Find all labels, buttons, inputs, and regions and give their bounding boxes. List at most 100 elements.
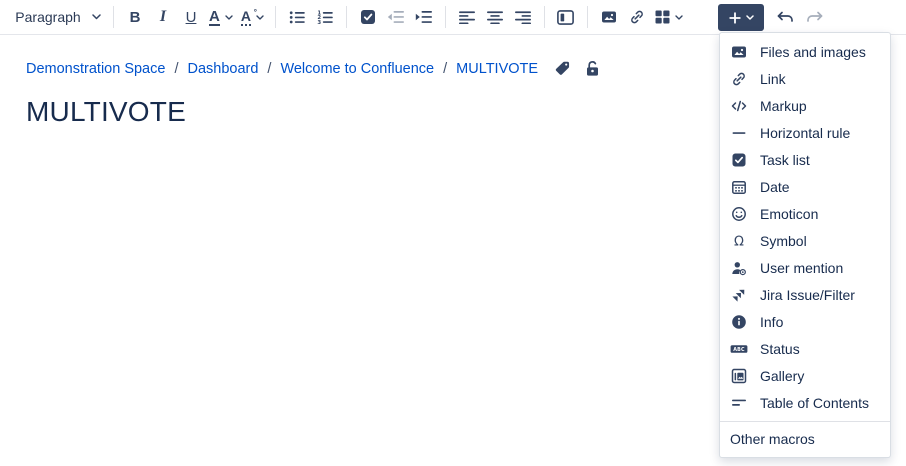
toolbar-divider (275, 6, 276, 28)
highlight-color-dropdown[interactable]: A° (237, 4, 268, 30)
calendar-icon (730, 179, 748, 195)
align-center-button[interactable] (481, 4, 509, 30)
unlock-icon[interactable] (585, 60, 600, 77)
page-layout-button[interactable] (552, 4, 580, 30)
underline-label: U (186, 9, 197, 26)
toolbar-divider (544, 6, 545, 28)
outdent-button[interactable] (382, 4, 410, 30)
underline-button[interactable]: U (177, 4, 205, 30)
text-color-dropdown[interactable]: A (205, 4, 237, 30)
chevron-down-icon (746, 15, 754, 20)
menu-item-emoticon[interactable]: Emoticon (720, 200, 890, 227)
indent-button[interactable] (410, 4, 438, 30)
breadcrumb-link-space[interactable]: Demonstration Space (26, 61, 165, 77)
align-right-button[interactable] (509, 4, 537, 30)
breadcrumb-link-dashboard[interactable]: Dashboard (187, 61, 258, 77)
horizontal-rule-icon (730, 125, 748, 141)
breadcrumb-separator: / (174, 61, 178, 77)
task-list-icon (360, 9, 376, 25)
paragraph-style-dropdown[interactable]: Paragraph (10, 4, 106, 30)
menu-item-label: Other macros (730, 431, 815, 447)
menu-item-label: User mention (760, 260, 843, 276)
text-color-label: A (209, 9, 220, 26)
menu-item-label: Date (760, 179, 790, 195)
link-icon (629, 9, 645, 25)
numbered-list-icon: 123 (317, 10, 333, 25)
toolbar-divider (113, 6, 114, 28)
menu-item-table-of-contents[interactable]: Table of Contents (720, 389, 890, 416)
menu-item-task-list[interactable]: Task list (720, 146, 890, 173)
gallery-icon (730, 368, 748, 384)
insert-menu: Files and images Link Markup Horizontal … (719, 32, 891, 458)
menu-item-label: Jira Issue/Filter (760, 287, 855, 303)
align-left-button[interactable] (453, 4, 481, 30)
bold-button[interactable]: B (121, 4, 149, 30)
emoticon-icon (730, 206, 748, 222)
redo-button[interactable] (801, 4, 829, 30)
menu-item-status[interactable]: ABC Status (720, 335, 890, 362)
layout-icon (557, 10, 574, 25)
menu-item-label: Symbol (760, 233, 807, 249)
plus-icon (729, 12, 741, 24)
toolbar-divider (445, 6, 446, 28)
chevron-down-icon (675, 15, 683, 20)
menu-item-symbol[interactable]: Ω Symbol (720, 227, 890, 254)
breadcrumb-link-welcome[interactable]: Welcome to Confluence (280, 61, 434, 77)
insert-link-button[interactable] (623, 4, 651, 30)
jira-icon (730, 287, 748, 303)
labels-icon[interactable] (554, 60, 571, 77)
paragraph-style-label: Paragraph (15, 9, 86, 25)
italic-button[interactable]: I (149, 4, 177, 30)
markup-icon (730, 98, 748, 114)
editor-toolbar: Paragraph B I U A A° 123 (0, 0, 906, 35)
info-icon (730, 314, 748, 330)
menu-item-user-mention[interactable]: User mention (720, 254, 890, 281)
align-left-icon (459, 11, 475, 24)
menu-item-label: Status (760, 341, 800, 357)
task-list-button[interactable] (354, 4, 382, 30)
menu-item-label: Table of Contents (760, 395, 869, 411)
table-icon (655, 10, 670, 24)
menu-item-horizontal-rule[interactable]: Horizontal rule (720, 119, 890, 146)
breadcrumb-separator: / (267, 61, 271, 77)
files-and-images-icon (730, 44, 748, 60)
undo-button[interactable] (771, 4, 799, 30)
table-of-contents-icon (730, 395, 748, 411)
redo-icon (806, 11, 824, 24)
menu-item-other-macros[interactable]: Other macros (720, 421, 890, 457)
menu-item-label: Horizontal rule (760, 125, 850, 141)
breadcrumb-separator: / (443, 61, 447, 77)
outdent-icon (387, 10, 404, 24)
status-icon: ABC (730, 341, 748, 357)
menu-item-info[interactable]: Info (720, 308, 890, 335)
menu-item-label: Task list (760, 152, 810, 168)
svg-text:Ω: Ω (734, 234, 744, 248)
insert-table-dropdown[interactable] (651, 4, 687, 30)
align-center-icon (487, 11, 503, 24)
indent-icon (415, 10, 432, 24)
insert-image-button[interactable] (595, 4, 623, 30)
user-mention-icon (730, 260, 748, 276)
link-icon (730, 71, 748, 87)
breadcrumb-link-page[interactable]: MULTIVOTE (456, 61, 538, 77)
menu-item-markup[interactable]: Markup (720, 92, 890, 119)
italic-label: I (157, 8, 169, 26)
bullet-list-button[interactable] (283, 4, 311, 30)
menu-item-gallery[interactable]: Gallery (720, 362, 890, 389)
menu-item-jira-issue-filter[interactable]: Jira Issue/Filter (720, 281, 890, 308)
menu-item-files-and-images[interactable]: Files and images (720, 38, 890, 65)
undo-icon (776, 11, 794, 24)
menu-item-label: Markup (760, 98, 807, 114)
chevron-down-icon (225, 15, 233, 20)
menu-item-label: Info (760, 314, 783, 330)
highlight-color-label: A° (241, 9, 251, 26)
image-icon (601, 9, 617, 25)
menu-item-label: Link (760, 71, 786, 87)
toolbar-divider (587, 6, 588, 28)
menu-item-label: Emoticon (760, 206, 818, 222)
menu-item-date[interactable]: Date (720, 173, 890, 200)
insert-more-content-button[interactable] (718, 4, 764, 31)
menu-item-link[interactable]: Link (720, 65, 890, 92)
align-right-icon (515, 11, 531, 24)
numbered-list-button[interactable]: 123 (311, 4, 339, 30)
